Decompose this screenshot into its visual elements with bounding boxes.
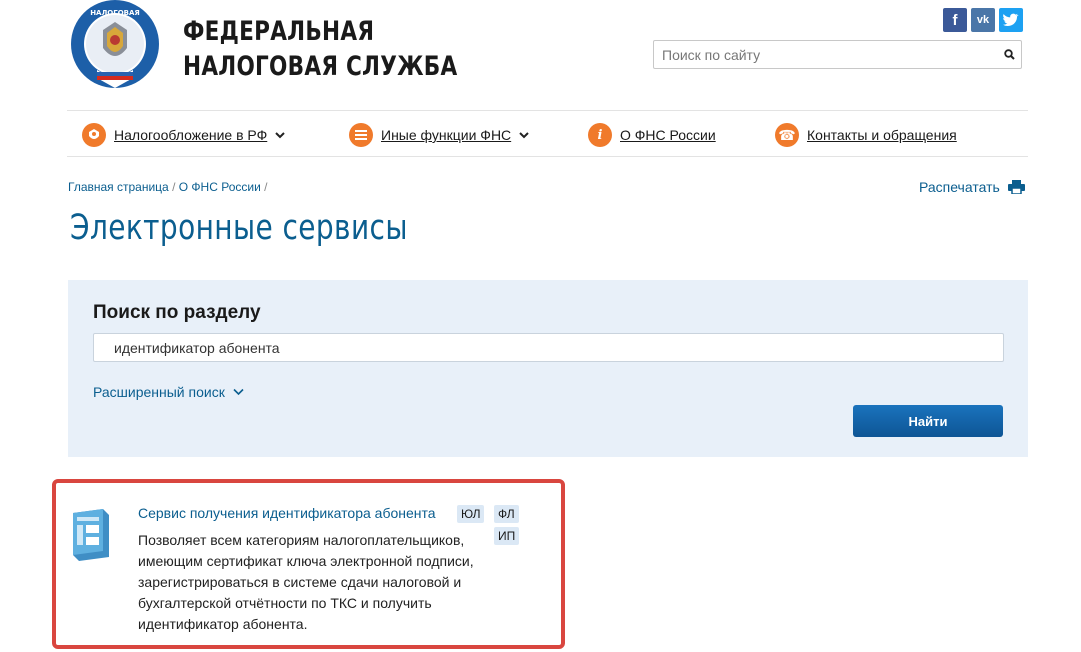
site-title-line1: ФЕДЕРАЛЬНАЯ	[183, 16, 375, 47]
advanced-search-toggle[interactable]: Расширенный поиск	[93, 384, 244, 400]
site-title[interactable]: ФЕДЕРАЛЬНАЯ НАЛОГОВАЯ СЛУЖБА	[183, 14, 457, 84]
nav-item-label: Иные функции ФНС	[381, 127, 512, 143]
info-icon: i	[588, 123, 612, 147]
advanced-search-label: Расширенный поиск	[93, 384, 225, 400]
find-button[interactable]: Найти	[853, 405, 1003, 437]
nav-item-taxation[interactable]: Налогообложение в РФ	[82, 123, 286, 147]
web-service-icon	[73, 509, 109, 561]
nav-item-label: Контакты и обращения	[807, 127, 957, 143]
result-card: Сервис получения идентификатора абонента…	[52, 479, 565, 649]
svg-text:НАЛОГОВАЯ: НАЛОГОВАЯ	[90, 9, 140, 17]
emblem-icon	[82, 123, 106, 147]
printer-icon	[1007, 180, 1025, 194]
menu-icon	[349, 123, 373, 147]
chevron-down-icon	[233, 388, 244, 396]
breadcrumb-home[interactable]: Главная страница	[68, 180, 169, 194]
breadcrumb-about[interactable]: О ФНС России	[179, 180, 261, 194]
section-search-panel: Поиск по разделу идентификатор абонента …	[68, 280, 1028, 457]
social-links: f vk	[943, 8, 1023, 32]
section-search-title: Поиск по разделу	[93, 302, 261, 323]
nav-item-contacts[interactable]: ☎ Контакты и обращения	[775, 123, 957, 147]
tag-ip[interactable]: ИП	[494, 527, 520, 545]
breadcrumb-separator: /	[172, 180, 176, 194]
nav-item-label: Налогообложение в РФ	[114, 127, 268, 143]
nav-item-about[interactable]: i О ФНС России	[588, 123, 716, 147]
service-description: Позволяет всем категориям налогоплательщ…	[138, 532, 474, 632]
site-search-input[interactable]	[654, 41, 997, 68]
section-search-input[interactable]: идентификатор абонента	[93, 333, 1004, 362]
main-nav: Налогообложение в РФ Иные функции ФНС i …	[67, 110, 1028, 157]
print-label: Распечатать	[919, 179, 1000, 195]
print-link[interactable]: Распечатать	[919, 179, 1025, 195]
nav-item-other-functions[interactable]: Иные функции ФНС	[349, 123, 530, 147]
tag-fl[interactable]: ФЛ	[494, 505, 519, 523]
chevron-down-icon	[275, 132, 285, 139]
site-search	[653, 40, 1022, 69]
facebook-icon[interactable]: f	[943, 8, 967, 32]
vk-icon[interactable]: vk	[971, 8, 995, 32]
breadcrumb: Главная страница / О ФНС России /	[68, 180, 267, 194]
service-link[interactable]: Сервис получения идентификатора абонента	[138, 505, 436, 521]
phone-icon: ☎	[775, 123, 799, 147]
breadcrumb-separator: /	[264, 180, 268, 194]
search-icon[interactable]	[997, 41, 1021, 68]
twitter-icon[interactable]	[999, 8, 1023, 32]
chevron-down-icon	[519, 132, 529, 139]
fns-logo[interactable]: НАЛОГОВАЯ	[67, 0, 163, 94]
tag-ul[interactable]: ЮЛ	[457, 505, 485, 523]
page-title: Электронные сервисы	[70, 208, 408, 248]
site-title-line2: НАЛОГОВАЯ СЛУЖБА	[183, 51, 458, 82]
fns-emblem-icon: НАЛОГОВАЯ	[71, 0, 159, 88]
nav-item-label: О ФНС России	[620, 127, 716, 143]
